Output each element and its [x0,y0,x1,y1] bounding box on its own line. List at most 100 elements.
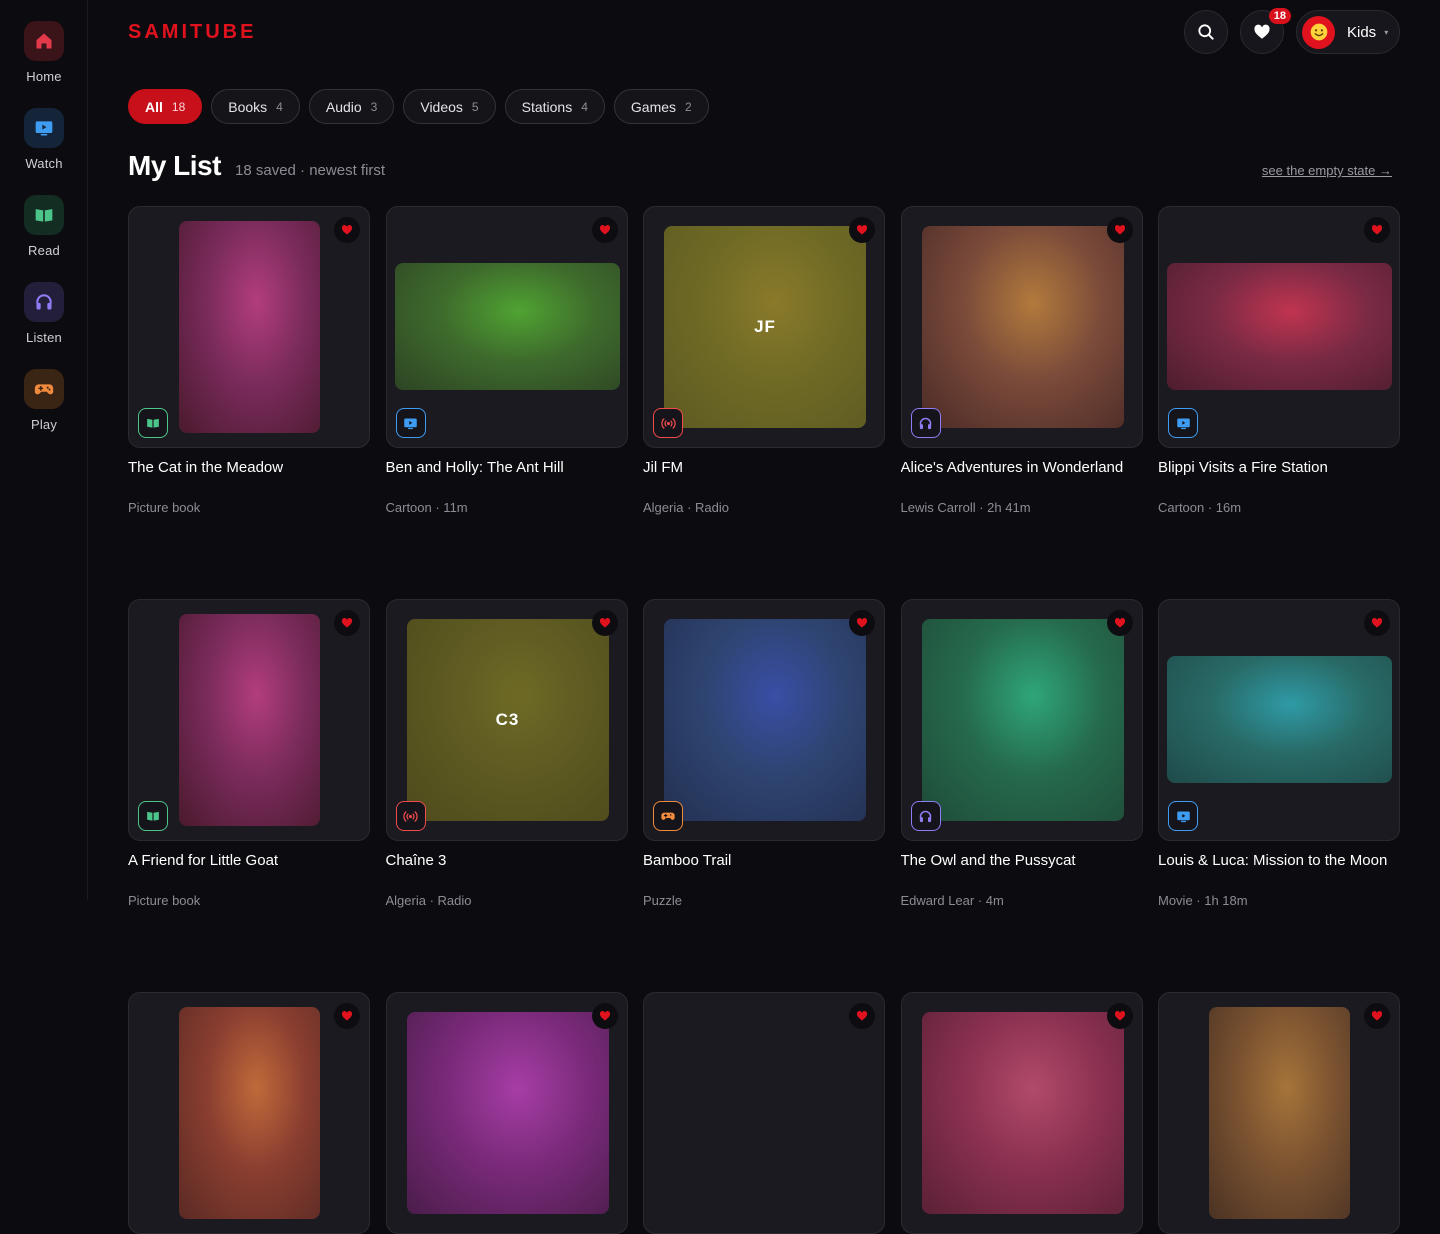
cover-art [664,619,866,821]
saved-item-card[interactable]: Blippi Visits a Fire Station Cartoon · 16… [1158,206,1400,515]
card-meta: Puzzle [643,893,683,908]
filter-chip-audio[interactable]: Audio 3 [308,89,395,124]
card-title: Jil FM [643,459,683,476]
saved-item-card[interactable]: Ben and Holly: The Ant Hill Cartoon · 11m [385,206,628,515]
headphones-icon [36,294,52,310]
home-icon-tile [24,21,64,61]
favorites-button[interactable]: 18 [1240,8,1291,54]
thumbnail [385,206,628,448]
unsave-heart-button[interactable] [849,1003,875,1029]
unsave-heart-button[interactable] [334,610,360,636]
broadcast-icon [660,417,676,429]
filter-chip-all[interactable]: All 18 [128,89,203,124]
unsave-heart-button[interactable] [1106,217,1133,243]
list-subtitle: 18 saved · newest first [235,162,386,179]
cover-initials: C3 [495,710,520,729]
unsave-heart-button[interactable] [1364,217,1390,243]
content-type-badge [910,801,941,831]
page-title: My List [128,150,221,181]
unsave-heart-button[interactable] [334,217,360,243]
card-meta: Edward Lear · 4m [900,893,1004,908]
sidebar-item-home[interactable]: Home [0,21,88,84]
cover-art [179,614,320,826]
profile-name: Kids [1347,23,1377,41]
heart-icon [599,1011,610,1021]
saved-item-card[interactable]: A Friend for Little Goat Picture book [128,599,370,908]
thumbnail [643,599,885,841]
sidebar-item-read[interactable]: Read [0,195,88,258]
cover-art: C3 [406,619,609,821]
content-type-badge [653,408,683,438]
unsave-heart-button[interactable] [849,217,875,243]
card-title: Chaîne 3 [385,852,447,869]
empty-state-link[interactable]: see the empty state → [1262,163,1392,178]
gamepad-icon [661,812,675,820]
unsave-heart-button[interactable] [591,217,618,243]
unsave-heart-button[interactable] [591,610,618,636]
unsave-heart-button[interactable] [591,1003,618,1029]
heart-icon [856,225,868,235]
saved-item-card[interactable] [900,992,1143,1234]
saved-item-card[interactable]: The Cat in the Meadow Picture book [128,206,370,515]
card-meta: Algeria · Radio [643,500,729,515]
thumbnail [900,599,1143,841]
content-type-badge [653,801,683,831]
unsave-heart-button[interactable] [1106,1003,1133,1029]
content-type-badge [395,801,426,831]
card-title: Ben and Holly: The Ant Hill [385,459,564,476]
unsave-heart-button[interactable] [334,1003,360,1029]
heart-icon [1114,618,1125,628]
saved-item-card[interactable]: C3 Chaîne 3 Algeria · Radio [385,599,628,908]
saved-item-card[interactable] [643,992,885,1234]
card-title: The Owl and the Pussycat [900,852,1076,869]
sidebar-item-label: Play [30,417,58,432]
thumbnail [1158,206,1400,448]
sidebar-item-listen[interactable]: Listen [0,282,88,345]
headphones-icon [919,810,932,822]
filter-chip-videos[interactable]: Videos 5 [403,89,496,124]
chip-count: 3 [370,99,378,114]
saved-item-card[interactable]: Alice's Adventures in Wonderland Lewis Ca… [900,206,1143,515]
saved-item-card[interactable]: Louis & Luca: Mission to the Moon Movie ·… [1158,599,1400,908]
avatar [1302,15,1335,49]
filter-chip-stations[interactable]: Stations 4 [504,89,605,124]
saved-item-card[interactable] [385,992,628,1234]
unsave-heart-button[interactable] [849,610,875,636]
sidebar-item-play[interactable]: Play [0,369,88,432]
filter-chips: All 18 Books 4 Audio 3 Videos 5 Stations 4 Ga… [128,89,709,124]
unsave-heart-button[interactable] [1364,610,1390,636]
headphones-icon-tile [24,282,64,322]
saved-item-card[interactable]: The Owl and the Pussycat Edward Lear · 4m [900,599,1143,908]
gamepad-icon [34,384,54,395]
card-meta: Picture book [128,500,201,515]
thumbnail [128,992,370,1234]
home-icon [36,33,52,49]
smiley-icon [1310,23,1327,41]
card-meta: Picture book [128,893,201,908]
thumbnail [643,992,885,1234]
search-button[interactable] [1184,10,1228,54]
tv-icon [404,418,417,429]
unsave-heart-button[interactable] [1106,610,1133,636]
book-icon [35,209,53,222]
tv-icon [1176,811,1190,822]
saved-item-card[interactable]: JF Jil FM Algeria · Radio [643,206,885,515]
saved-item-card[interactable]: Bamboo Trail Puzzle [643,599,885,908]
content-type-badge [1168,408,1198,438]
chip-label: Videos [420,98,463,115]
chevron-down-icon: ▾ [1384,27,1389,37]
profile-switcher[interactable]: Kids ▾ [1296,10,1400,54]
unsave-heart-button[interactable] [1364,1003,1390,1029]
saved-item-card[interactable] [1158,992,1400,1234]
saved-item-card[interactable] [128,992,370,1234]
book-icon-tile [24,195,64,235]
filter-chip-games[interactable]: Games 2 [613,89,709,124]
content-type-badge [138,801,168,831]
tv-icon [1176,418,1190,429]
filter-chip-books[interactable]: Books 4 [211,89,300,124]
sidebar-item-watch[interactable]: Watch [0,108,88,171]
thumbnail [128,599,370,841]
app-logo[interactable]: SAMITUBE [128,21,256,44]
headphones-icon [919,417,932,429]
chip-label: Books [228,98,268,115]
